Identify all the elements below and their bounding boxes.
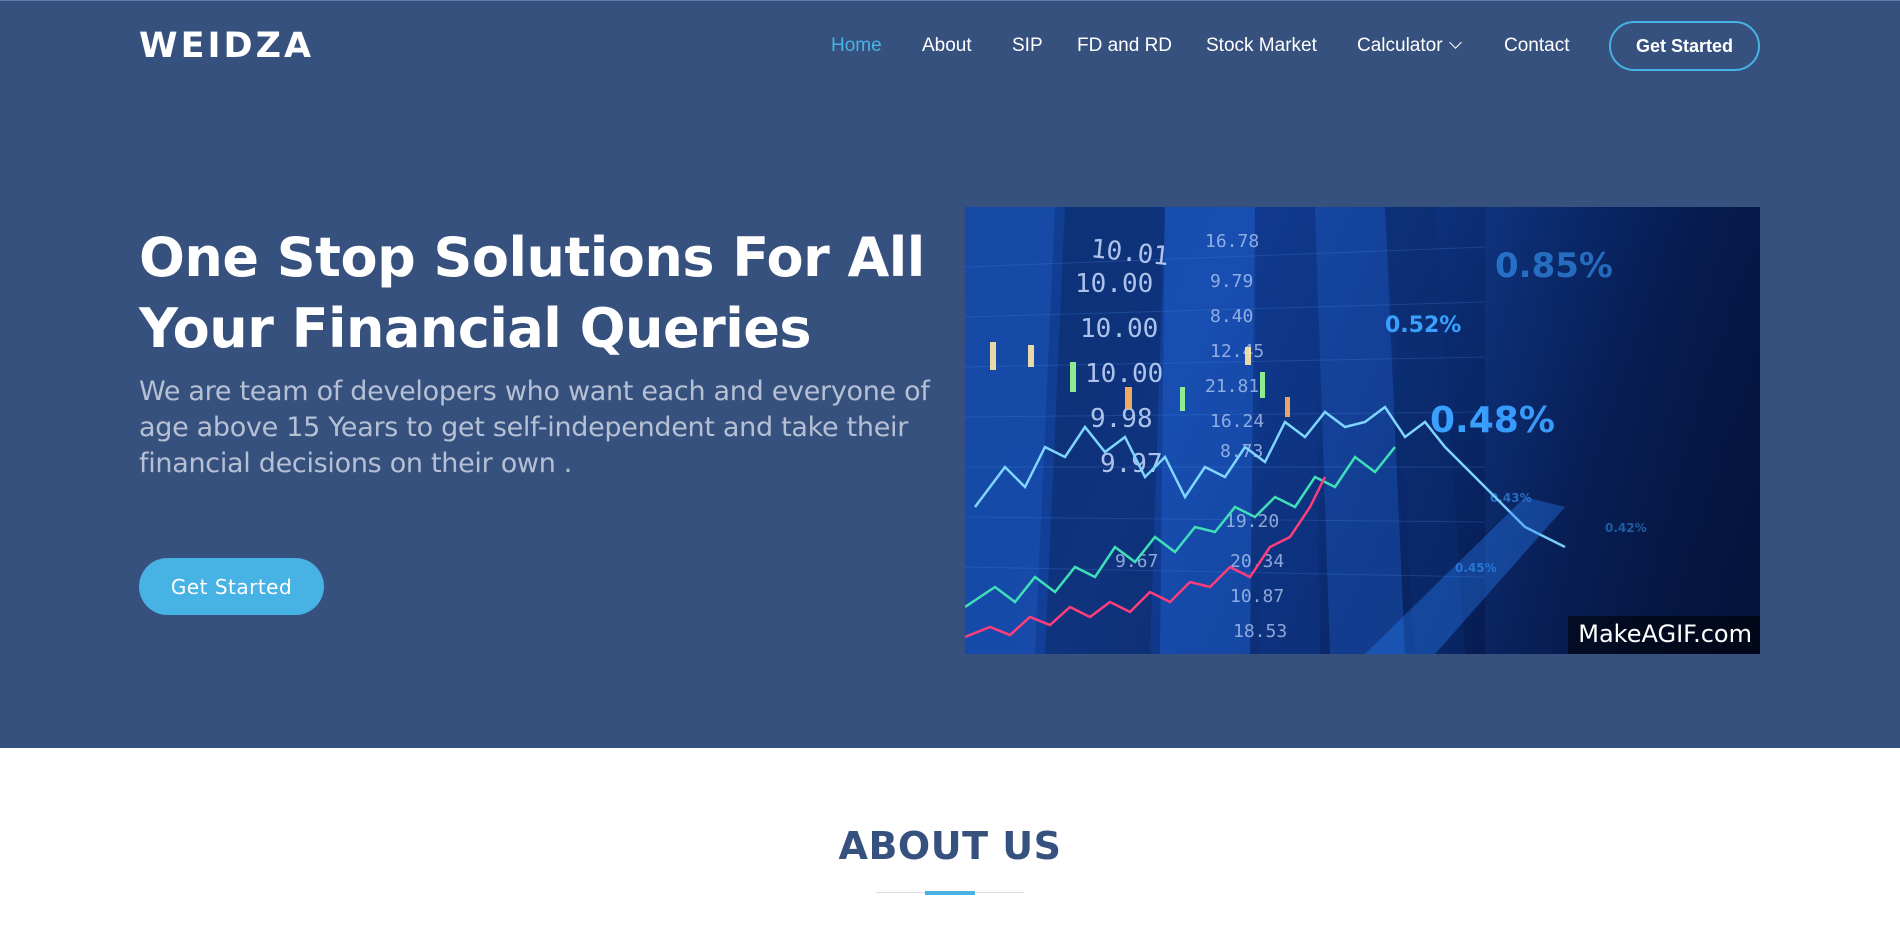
hero-section: WEIDZA Home About SIP FD and RD Stock Ma… <box>0 0 1900 748</box>
nav-calculator-label: Calculator <box>1357 35 1443 56</box>
nav-home[interactable]: Home <box>831 30 882 62</box>
ticker-value: 12.45 <box>1210 341 1264 362</box>
ticker-value: 10.00 <box>1080 314 1158 344</box>
hero-subtitle: We are team of developers who want each … <box>139 376 930 479</box>
percent-value: 0.52% <box>1385 313 1461 338</box>
ticker-value: 9.79 <box>1210 271 1253 292</box>
ticker-value: 20.34 <box>1230 551 1284 572</box>
ticker-value: 18.53 <box>1233 621 1287 642</box>
ticker-value: 10.87 <box>1230 586 1284 607</box>
nav-fd-rd[interactable]: FD and RD <box>1077 30 1172 62</box>
stock-market-animation-image: 10.01 10.00 10.00 10.00 9.98 9.97 16.78 … <box>965 207 1760 654</box>
ticker-value: 10.00 <box>1085 359 1163 389</box>
hero-get-started-button[interactable]: Get Started <box>139 558 324 615</box>
image-watermark: MakeAGIF.com <box>1568 616 1760 654</box>
ticker-value: 9.98 <box>1090 404 1153 434</box>
header-get-started-button[interactable]: Get Started <box>1609 21 1760 71</box>
hero-title: One Stop Solutions For All Your Financia… <box>139 226 925 360</box>
nav-contact[interactable]: Contact <box>1504 30 1569 62</box>
about-section-title: ABOUT US <box>838 824 1062 868</box>
nav-stock-market[interactable]: Stock Market <box>1206 30 1317 62</box>
ticker-value: 10.00 <box>1075 269 1153 299</box>
nav-about[interactable]: About <box>922 30 972 62</box>
nav-sip[interactable]: SIP <box>1012 30 1043 62</box>
ticker-value: 16.24 <box>1210 411 1264 432</box>
stock-ticker-illustration: 10.01 10.00 10.00 10.00 9.98 9.97 16.78 … <box>965 207 1760 654</box>
about-divider-accent <box>925 891 975 895</box>
site-logo[interactable]: WEIDZA <box>139 22 314 70</box>
ticker-value: 9.97 <box>1100 449 1163 479</box>
chevron-down-icon <box>1448 36 1462 49</box>
ticker-value: 21.81 <box>1205 376 1259 397</box>
nav-calculator[interactable]: Calculator <box>1357 30 1462 62</box>
ticker-value: 8.40 <box>1210 306 1253 327</box>
ticker-value: 16.78 <box>1205 231 1259 252</box>
